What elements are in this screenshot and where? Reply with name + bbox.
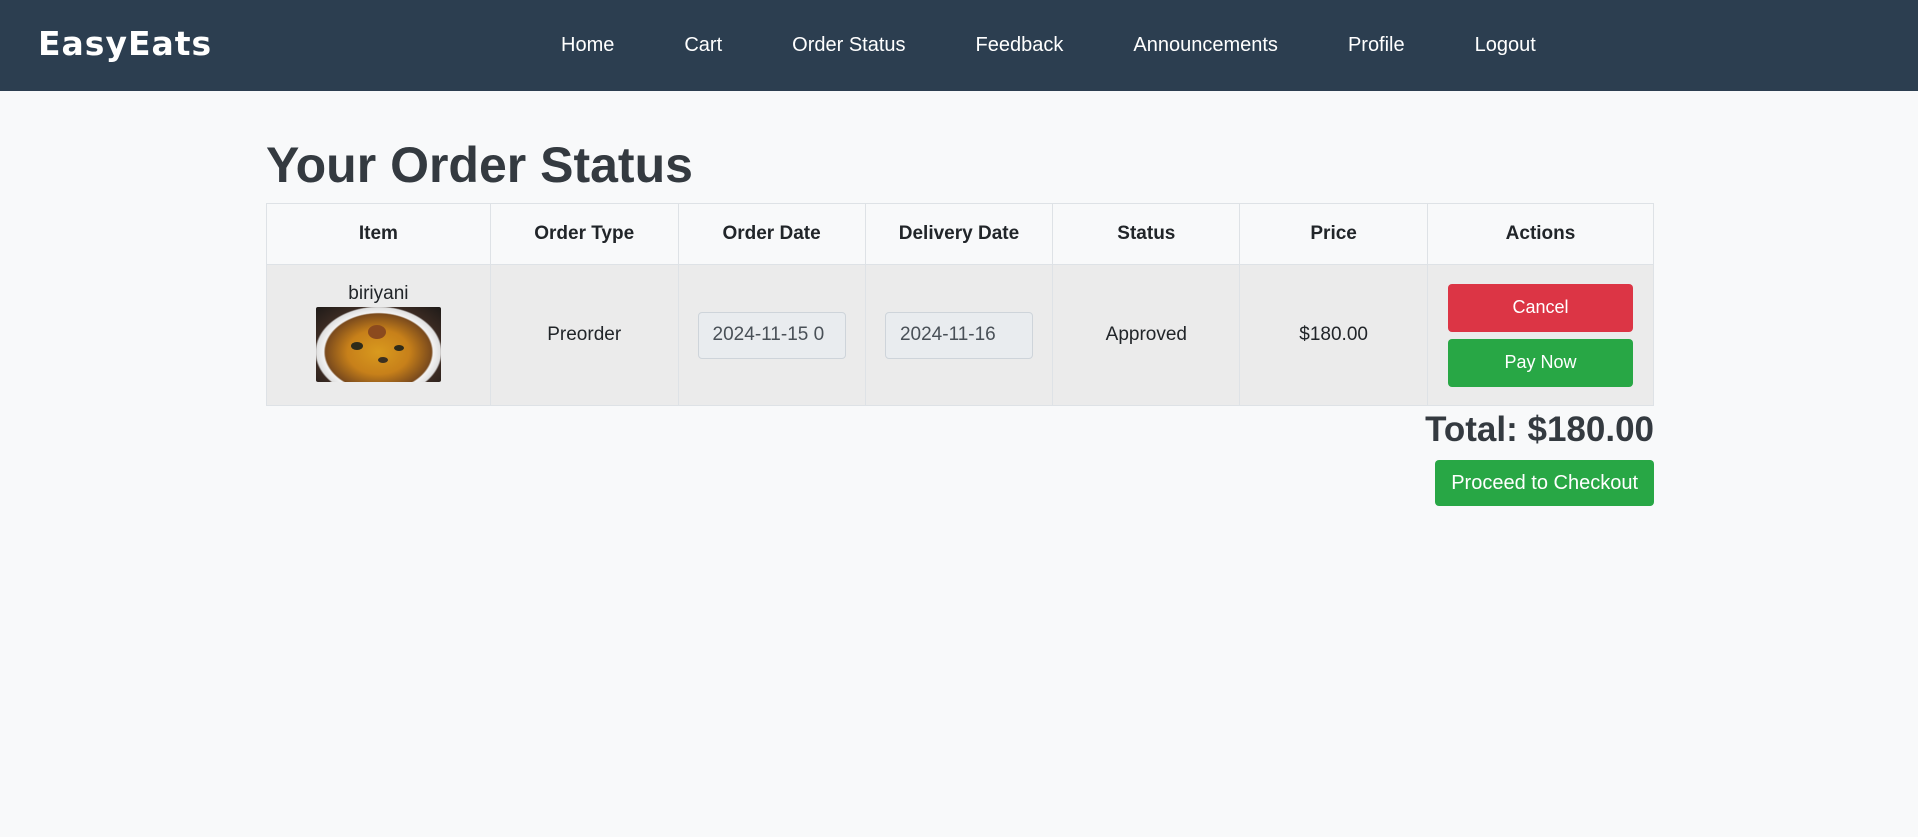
header-item: Item <box>266 203 491 265</box>
item-name: biriyani <box>348 282 409 304</box>
navbar: EasyEats Home Cart Order Status Feedback… <box>0 0 1918 91</box>
order-date-cell <box>677 264 866 406</box>
main-content: Your Order Status Item Order Type Order … <box>266 136 1654 506</box>
header-price: Price <box>1239 203 1429 265</box>
actions-cell: Cancel Pay Now <box>1427 264 1654 406</box>
nav-order-status[interactable]: Order Status <box>792 34 905 57</box>
order-type-cell: Preorder <box>489 264 679 406</box>
status-cell: Approved <box>1052 264 1241 406</box>
price-cell: $180.00 <box>1239 264 1429 406</box>
order-date-field[interactable] <box>697 311 846 359</box>
header-order-type: Order Type <box>489 203 679 265</box>
cancel-button[interactable]: Cancel <box>1448 283 1633 332</box>
table-header-row: Item Order Type Order Date Delivery Date… <box>266 203 1654 265</box>
nav-feedback[interactable]: Feedback <box>976 34 1064 57</box>
biriyani-image <box>315 306 441 382</box>
nav-profile[interactable]: Profile <box>1348 34 1405 57</box>
order-total: Total: $180.00 <box>1425 410 1654 449</box>
header-delivery-date: Delivery Date <box>864 203 1054 265</box>
checkout-wrapper: Proceed to Checkout <box>266 460 1654 506</box>
nav-logout[interactable]: Logout <box>1475 34 1536 57</box>
page-title: Your Order Status <box>266 137 693 193</box>
nav-announcements[interactable]: Announcements <box>1133 34 1278 57</box>
header-actions: Actions <box>1427 203 1654 265</box>
delivery-date-field[interactable] <box>884 311 1033 359</box>
proceed-to-checkout-button[interactable]: Proceed to Checkout <box>1435 460 1654 506</box>
brand-logo[interactable]: EasyEats <box>38 24 212 63</box>
item-cell: biriyani <box>266 264 491 406</box>
header-order-date: Order Date <box>677 203 866 265</box>
pay-now-button[interactable]: Pay Now <box>1448 338 1633 387</box>
nav-links: Home Cart Order Status Feedback Announce… <box>561 0 1536 91</box>
order-table: Item Order Type Order Date Delivery Date… <box>266 203 1654 406</box>
table-row: biriyani Preorder Approved $180.00 Cance… <box>266 264 1654 406</box>
delivery-date-cell <box>864 264 1054 406</box>
nav-home[interactable]: Home <box>561 34 614 57</box>
header-status: Status <box>1052 203 1241 265</box>
nav-cart[interactable]: Cart <box>684 34 722 57</box>
